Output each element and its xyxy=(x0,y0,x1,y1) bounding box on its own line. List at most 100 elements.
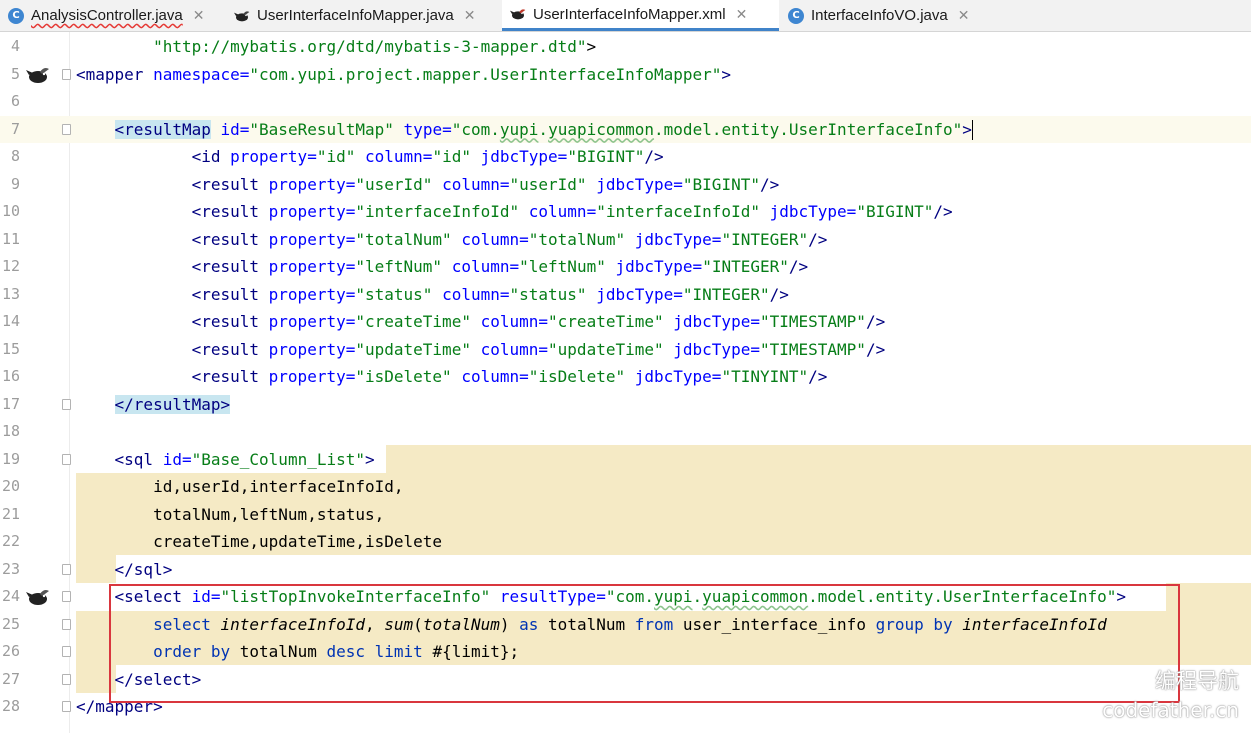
tab-label: InterfaceInfoVO.java xyxy=(811,7,948,24)
code-token: "http://mybatis.org/dtd/mybatis-3-mapper… xyxy=(153,37,587,56)
tab-interface-info-vo[interactable]: C InterfaceInfoVO.java ✕ xyxy=(780,0,990,31)
code-token: interfaceInfoId xyxy=(220,614,366,634)
close-icon[interactable]: ✕ xyxy=(464,7,476,24)
code-text: select interfaceInfoId, sum(totalNum) as… xyxy=(76,611,1107,639)
fold-marker-icon[interactable] xyxy=(62,618,71,630)
code-token: column= xyxy=(365,147,433,166)
line-number: 7 xyxy=(10,119,20,138)
code-line[interactable]: 17 </resultMap> xyxy=(0,391,1251,419)
code-token: column= xyxy=(442,174,510,194)
code-token: totalNum,leftNum,status, xyxy=(153,504,385,524)
code-token: column= xyxy=(480,339,549,359)
code-line[interactable]: 24 <select id="listTopInvokeInterfaceInf… xyxy=(0,583,1251,611)
code-line[interactable]: 16 <result property="isDelete" column="i… xyxy=(0,363,1251,391)
mybatis-navigate-icon[interactable] xyxy=(26,64,50,86)
code-token: "createTime" xyxy=(548,312,664,331)
code-line[interactable]: 14 <result property="createTime" column=… xyxy=(0,308,1251,336)
line-number: 25 xyxy=(1,614,20,633)
code-line[interactable]: 11 <result property="totalNum" column="t… xyxy=(0,226,1251,254)
code-token: "updateTime" xyxy=(355,339,471,359)
close-icon[interactable]: ✕ xyxy=(193,7,205,24)
fold-marker-icon[interactable] xyxy=(62,123,71,135)
code-text: <result property="interfaceInfoId" colum… xyxy=(76,198,953,226)
code-line[interactable]: 18 xyxy=(0,418,1251,446)
code-line[interactable]: 21 totalNum,leftNum,status, xyxy=(0,501,1251,529)
code-token: <result xyxy=(191,367,269,386)
fold-marker-icon[interactable] xyxy=(62,646,71,657)
code-token: from xyxy=(634,614,683,634)
tab-label: AnalysisController.java xyxy=(31,7,183,24)
code-token: "totalNum" xyxy=(355,229,452,249)
code-line[interactable]: 26 order by totalNum desc limit #{limit}… xyxy=(0,638,1251,666)
mybatis-navigate-icon[interactable] xyxy=(26,586,50,608)
code-token: property= xyxy=(268,174,356,194)
code-token: column= xyxy=(451,257,520,276)
close-icon[interactable]: ✕ xyxy=(958,7,970,24)
code-text: totalNum,leftNum,status, xyxy=(76,501,384,529)
code-line[interactable]: 13 <result property="status" column="sta… xyxy=(0,281,1251,309)
code-token: /> xyxy=(644,147,664,166)
code-line[interactable]: 9 <result property="userId" column="user… xyxy=(0,171,1251,199)
code-token: jdbcType= xyxy=(596,174,683,194)
fold-marker-icon[interactable] xyxy=(62,701,71,712)
code-token: "BIGINT" xyxy=(856,202,934,221)
fold-marker-icon[interactable] xyxy=(62,68,71,80)
code-line[interactable]: 7 <resultMap id="BaseResultMap" type="co… xyxy=(0,115,1251,143)
code-line[interactable]: 19 <sql id="Base_Column_List"> xyxy=(0,446,1251,474)
code-token: /> xyxy=(808,367,828,386)
line-number: 21 xyxy=(1,504,20,523)
code-text: <result property="updateTime" column="up… xyxy=(76,336,886,364)
code-token: <result xyxy=(191,284,269,304)
code-line[interactable]: 15 <result property="updateTime" column=… xyxy=(0,336,1251,364)
code-line[interactable]: 4 "http://mybatis.org/dtd/mybatis-3-mapp… xyxy=(0,33,1251,61)
code-token: user_interface_info xyxy=(682,614,876,634)
code-text: <sql id="Base_Column_List"> xyxy=(76,446,375,474)
fold-marker-icon[interactable] xyxy=(62,673,71,685)
line-number: 6 xyxy=(10,92,20,110)
code-text: <select id="listTopInvokeInterfaceInfo" … xyxy=(76,583,1127,611)
fold-marker-icon[interactable] xyxy=(62,453,71,465)
code-token: <result xyxy=(191,257,269,276)
tab-user-interface-info-mapper-xml[interactable]: UserInterfaceInfoMapper.xml ✕ xyxy=(502,0,779,31)
code-token: > xyxy=(962,119,972,139)
code-line[interactable]: 22 createTime,updateTime,isDelete xyxy=(0,528,1251,556)
code-text: <result property="isDelete" column="isDe… xyxy=(76,363,828,391)
tab-label: UserInterfaceInfoMapper.xml xyxy=(533,5,726,23)
code-line[interactable]: 28 </mapper> xyxy=(0,693,1251,721)
mybatis-bird-icon xyxy=(510,9,526,20)
line-number: 18 xyxy=(1,422,20,440)
code-line[interactable]: 10 <result property="interfaceInfoId" co… xyxy=(0,198,1251,226)
code-token: "BaseResultMap" xyxy=(249,119,394,139)
code-token: column= xyxy=(442,284,510,304)
tab-analysis-controller[interactable]: C AnalysisController.java ✕ xyxy=(0,0,225,31)
code-token: "userId" xyxy=(509,174,587,194)
code-line[interactable]: 12 <result property="leftNum" column="le… xyxy=(0,253,1251,281)
line-number: 14 xyxy=(1,312,20,330)
code-token: as xyxy=(519,614,549,634)
code-token: yupi xyxy=(499,119,539,139)
code-line[interactable]: 6 xyxy=(0,88,1251,116)
tab-user-interface-info-mapper-java[interactable]: UserInterfaceInfoMapper.java ✕ xyxy=(226,0,501,31)
code-token: "listTopInvokeInterfaceInfo" xyxy=(220,587,491,606)
fold-marker-icon[interactable] xyxy=(62,591,71,602)
code-token: /> xyxy=(865,339,886,359)
code-text: <result property="status" column="status… xyxy=(76,281,789,309)
close-icon[interactable]: ✕ xyxy=(736,6,748,23)
line-number: 5 xyxy=(10,64,20,83)
code-token: "INTEGER" xyxy=(721,229,809,249)
code-line[interactable]: 5 <mapper namespace="com.yupi.project.map… xyxy=(0,61,1251,89)
code-line[interactable]: 23 </sql> xyxy=(0,556,1251,584)
fold-marker-icon[interactable] xyxy=(62,398,71,410)
code-line[interactable]: 25 select interfaceInfoId, sum(totalNum)… xyxy=(0,611,1251,639)
code-line[interactable]: 8 <id property="id" column="id" jdbcType… xyxy=(0,143,1251,171)
fold-marker-icon[interactable] xyxy=(62,563,71,575)
code-line[interactable]: 27 </select> xyxy=(0,666,1251,694)
code-line[interactable]: 20 id,userId,interfaceInfoId, xyxy=(0,473,1251,501)
